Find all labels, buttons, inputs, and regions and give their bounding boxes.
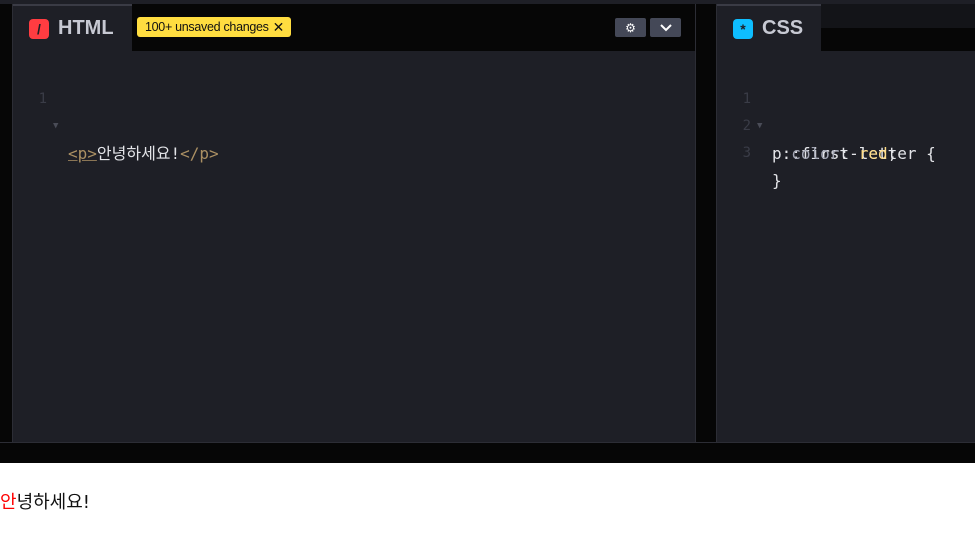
html-editor-pane[interactable]: / HTML 100+ unsaved changes ✕ ⚙ 1 ▼ <p>안… [12,4,695,442]
css-value: red [858,144,888,163]
first-letter: 안 [0,492,17,513]
css-pane-header: * CSS [717,4,975,51]
html-logo-icon: / [29,18,49,39]
html-tab[interactable]: / HTML [13,4,132,51]
unsaved-changes-badge[interactable]: 100+ unsaved changes ✕ [137,17,292,37]
code-line: 3 } [717,113,975,190]
css-tab-title: CSS [762,17,804,39]
paragraph-rest: 녕하세요! [16,492,91,513]
preview-paragraph: 안녕하세요! [0,488,90,514]
editors-area: / HTML 100+ unsaved changes ✕ ⚙ 1 ▼ <p>안… [0,0,975,467]
open-brace: { [916,144,936,163]
fold-arrow-icon[interactable]: ▼ [53,113,58,140]
code-line: 2 color: red; [717,86,975,163]
line-number: 3 [742,145,751,161]
semicolon: ; [887,144,898,163]
pane-resizer[interactable] [695,4,716,442]
css-property: color [791,144,840,163]
code-line: 1 ▼ p::first-letter { [717,59,975,163]
tag-content: 안녕하세요! [96,144,181,163]
code-text: <p>안녕하세요!</p> [68,140,219,167]
close-brace: } [772,171,782,190]
gear-icon: ⚙ [625,20,636,35]
css-tab[interactable]: * CSS [717,4,822,51]
close-tag: </p> [180,144,219,163]
html-code-area[interactable]: 1 ▼ <p>안녕하세요!</p> [13,59,695,163]
preview-pane: 안녕하세요! [0,463,975,533]
settings-button[interactable]: ⚙ [615,18,646,37]
html-pane-header: / HTML 100+ unsaved changes ✕ ⚙ [13,4,695,51]
chevron-down-icon [659,23,672,31]
colon: : [839,144,859,163]
close-icon[interactable]: ✕ [273,19,285,36]
line-number: 1 [38,91,47,107]
css-code-area[interactable]: 1 ▼ p::first-letter { 2 color: red; 3 } [717,59,975,190]
code-text: } [772,167,782,194]
css-logo-icon: * [733,18,753,39]
unsaved-changes-label: 100+ unsaved changes [145,20,269,34]
html-tab-title: HTML [58,17,114,39]
code-line: 1 ▼ <p>안녕하세요!</p> [13,59,695,163]
css-editor-pane[interactable]: * CSS 1 ▼ p::first-letter { 2 color: red… [716,4,975,442]
collapse-button[interactable] [650,18,681,37]
left-gutter [0,4,12,442]
open-tag: <p> [68,144,97,163]
